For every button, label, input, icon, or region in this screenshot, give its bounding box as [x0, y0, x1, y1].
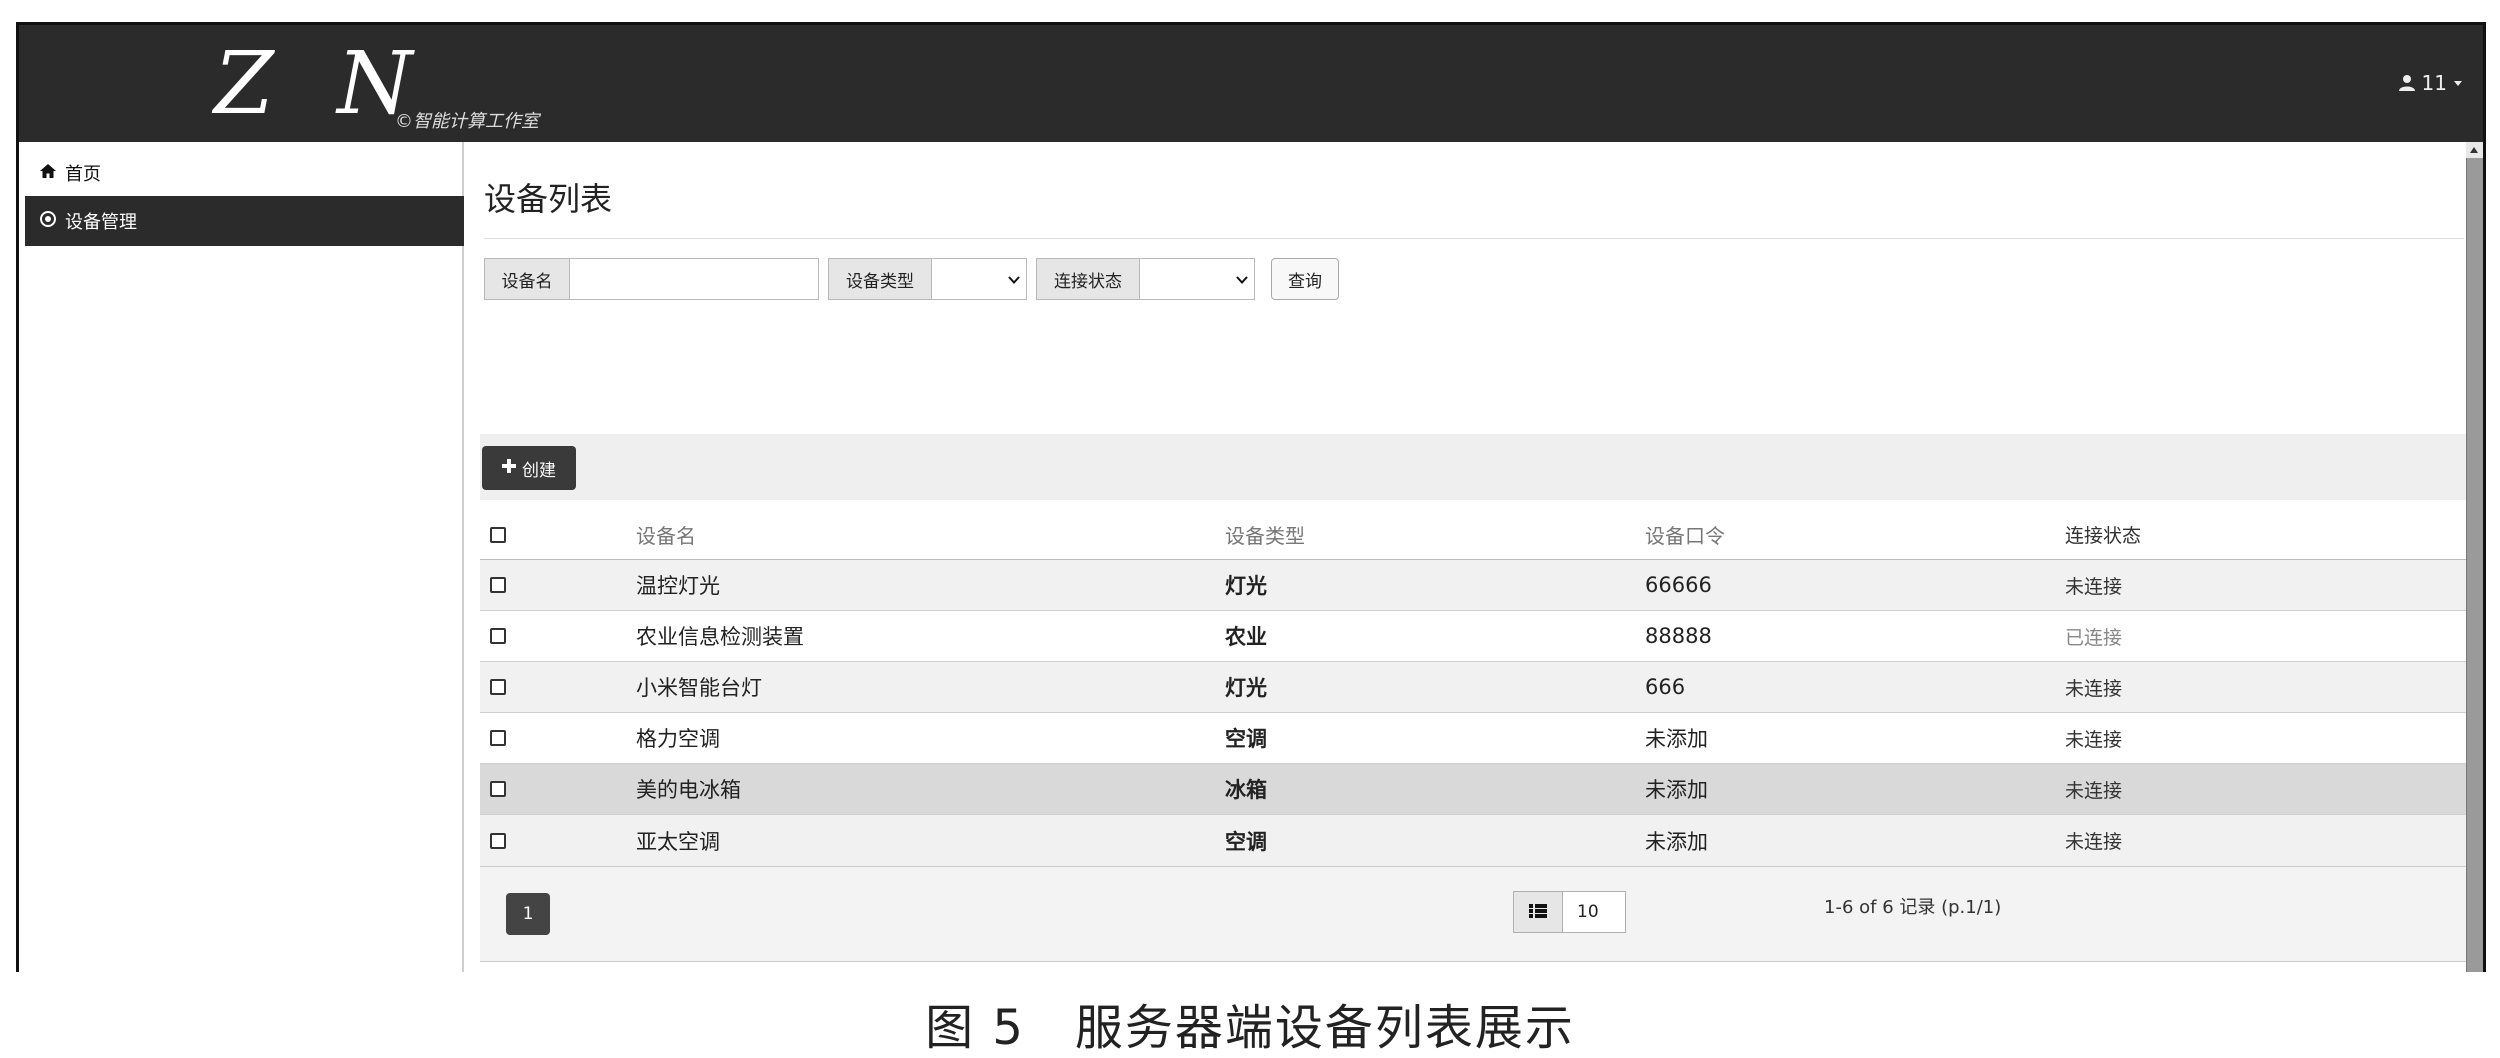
- create-button[interactable]: 创建: [482, 446, 576, 490]
- row-checkbox[interactable]: [490, 662, 506, 712]
- device-table: 设备名 设备类型 设备口令 连接状态 温控灯光 灯光 66666 未连接 农业信…: [480, 510, 2472, 866]
- table-header-row: 设备名 设备类型 设备口令 连接状态: [480, 510, 2472, 560]
- sidebar-item-device-management[interactable]: 设备管理: [25, 196, 464, 246]
- device-status-cell: 未连接: [2065, 575, 2123, 598]
- select-all-checkbox[interactable]: [490, 510, 506, 559]
- device-name-cell: 温控灯光: [636, 574, 720, 598]
- row-checkbox[interactable]: [490, 713, 506, 763]
- connection-status-label: 连接状态: [1036, 258, 1140, 300]
- sidebar-item-home[interactable]: 首页: [25, 148, 464, 198]
- circle-icon: [39, 210, 57, 233]
- device-name-cell: 小米智能台灯: [636, 676, 762, 700]
- vertical-scrollbar[interactable]: [2466, 142, 2483, 972]
- title-divider: [484, 238, 2464, 239]
- table-row[interactable]: 温控灯光 灯光 66666 未连接: [480, 560, 2472, 611]
- page-title: 设备列表: [484, 180, 613, 218]
- device-code-cell: 未添加: [1645, 829, 1708, 854]
- row-checkbox[interactable]: [490, 815, 506, 866]
- brand-copyright: ©智能计算工作室: [395, 111, 539, 132]
- device-status-cell: 未连接: [2065, 831, 2123, 853]
- record-count: 1-6 of 6 记录 (p.1/1): [1824, 897, 2002, 918]
- sidebar: 首页 设备管理: [19, 142, 464, 972]
- home-icon: [39, 163, 57, 184]
- table-row[interactable]: 农业信息检测装置 农业 88888 已连接: [480, 611, 2472, 662]
- device-code-cell: 未添加: [1645, 727, 1708, 751]
- row-checkbox[interactable]: [490, 560, 506, 610]
- device-type-select[interactable]: [931, 258, 1027, 300]
- connection-status-select[interactable]: [1139, 258, 1255, 300]
- device-code-cell: 未添加: [1645, 778, 1708, 802]
- page-button-1[interactable]: 1: [506, 893, 550, 935]
- scroll-up-arrow-icon[interactable]: [2466, 142, 2483, 158]
- chevron-down-icon: [1236, 270, 1248, 289]
- device-code-cell: 666: [1645, 675, 1686, 699]
- pagination-bar: 1 10 1-6 of 6 记录 (p.1/1): [480, 866, 2472, 962]
- table-row[interactable]: 美的电冰箱 冰箱 未添加 未连接: [480, 764, 2472, 815]
- page-size-input[interactable]: 10: [1562, 891, 1626, 933]
- user-menu[interactable]: 11: [2398, 71, 2463, 95]
- plus-icon: [502, 458, 516, 478]
- main-content: 设备列表 设备名 设备类型 连接状态 查询 创建 设备名 设备类型 设备口令 连…: [466, 142, 2472, 972]
- top-navbar: Z N ©智能计算工作室 11: [19, 22, 2483, 142]
- device-status-cell: 未连接: [2065, 728, 2123, 751]
- device-type-cell: 空调: [1225, 829, 1267, 854]
- column-header-code[interactable]: 设备口令: [1645, 510, 1725, 559]
- list-icon: [1529, 903, 1547, 922]
- sidebar-item-label: 首页: [65, 164, 101, 185]
- user-name: 11: [2421, 71, 2447, 95]
- device-name-cell: 农业信息检测装置: [636, 625, 804, 649]
- figure-caption: 图 5 服务器端设备列表展示: [925, 1000, 1575, 1056]
- device-type-cell: 灯光: [1225, 574, 1267, 598]
- device-type-cell: 农业: [1225, 625, 1267, 649]
- column-header-type[interactable]: 设备类型: [1225, 510, 1305, 559]
- device-type-cell: 冰箱: [1225, 778, 1267, 802]
- device-code-cell: 88888: [1645, 624, 1712, 648]
- device-status-cell: 未连接: [2065, 779, 2123, 802]
- chevron-down-icon: [1008, 270, 1020, 289]
- sidebar-item-label: 设备管理: [65, 212, 137, 233]
- device-code-cell: 66666: [1645, 573, 1712, 597]
- table-row[interactable]: 亚太空调 空调 未添加 未连接: [480, 815, 2472, 866]
- column-header-status[interactable]: 连接状态: [2065, 510, 2141, 559]
- device-name-cell: 美的电冰箱: [636, 778, 741, 802]
- caret-down-icon: [2453, 78, 2463, 88]
- device-name-cell: 亚太空调: [636, 829, 720, 854]
- app-window: Z N ©智能计算工作室 11 首页 设备管理 设备列表 设备名 设备类型 连接…: [16, 22, 2486, 972]
- device-name-input[interactable]: [569, 258, 819, 300]
- row-checkbox[interactable]: [490, 764, 506, 814]
- device-status-cell: 未连接: [2065, 677, 2123, 700]
- page-size-toggle[interactable]: [1513, 891, 1563, 933]
- query-button[interactable]: 查询: [1271, 258, 1339, 300]
- table-row[interactable]: 格力空调 空调 未添加 未连接: [480, 713, 2472, 764]
- table-toolbar: 创建: [480, 434, 2472, 500]
- row-checkbox[interactable]: [490, 611, 506, 661]
- user-icon: [2398, 74, 2416, 92]
- device-type-cell: 空调: [1225, 727, 1267, 751]
- create-button-label: 创建: [522, 460, 556, 481]
- device-name-cell: 格力空调: [636, 727, 720, 751]
- device-type-cell: 灯光: [1225, 676, 1267, 700]
- device-name-label: 设备名: [484, 258, 570, 300]
- table-row[interactable]: 小米智能台灯 灯光 666 未连接: [480, 662, 2472, 713]
- device-type-label: 设备类型: [828, 258, 932, 300]
- device-status-cell: 已连接: [2065, 626, 2123, 649]
- column-header-name[interactable]: 设备名: [636, 510, 696, 559]
